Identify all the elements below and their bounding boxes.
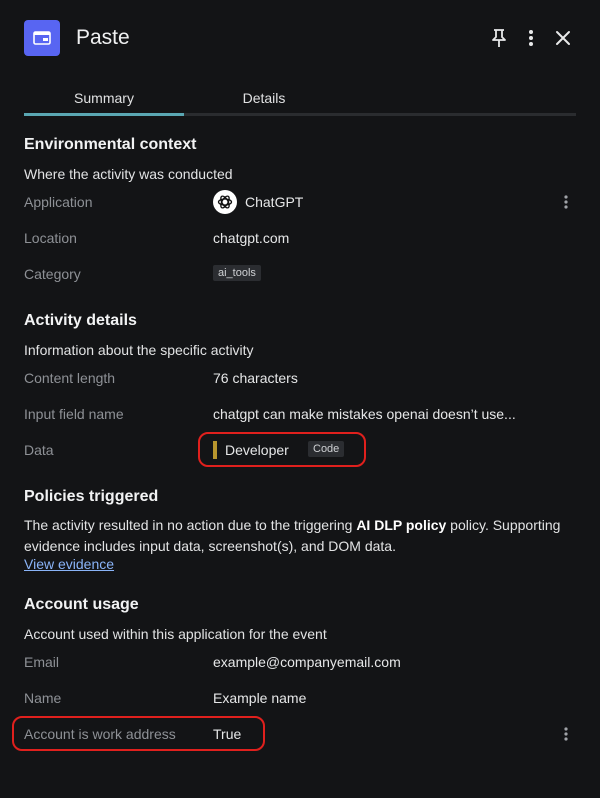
kebab-menu-icon [564,195,568,209]
section-title-activity: Activity details [24,312,137,329]
application-menu-button[interactable] [558,192,574,212]
category-label: Category [24,266,81,282]
kebab-menu-icon [529,30,533,46]
section-subtitle-environmental: Where the activity was conducted [24,166,233,182]
section-title-account: Account usage [24,596,139,613]
tab-details[interactable]: Details [224,90,304,106]
window-icon [24,20,60,56]
tab-summary[interactable]: Summary [24,90,184,106]
name-value: Example name [213,690,307,706]
category-tag: ai_tools [213,265,261,281]
policy-name: AI DLP policy [356,517,447,533]
policy-description: The activity resulted in no action due t… [24,515,584,557]
more-options-button[interactable] [519,26,543,50]
section-title-policies: Policies triggered [24,488,159,505]
location-label: Location [24,230,77,246]
policy-text-before: The activity resulted in no action due t… [24,517,357,533]
input-field-name-value: chatgpt can make mistakes openai doesn’t… [213,406,516,422]
input-field-name-label: Input field name [24,406,124,422]
tab-bar: Summary Details [24,82,576,116]
email-value: example@companyemail.com [213,654,401,670]
location-value: chatgpt.com [213,230,290,246]
pin-icon [492,29,506,47]
close-icon [556,31,570,45]
section-subtitle-account: Account used within this application for… [24,626,327,642]
application-value: ChatGPT [245,194,304,210]
highlight-box-work-address [12,716,265,751]
data-label: Data [24,442,54,458]
chatgpt-logo-icon [213,190,237,214]
application-label: Application [24,194,93,210]
page-title: Paste [76,26,130,49]
panel-header: Paste [0,0,600,76]
highlight-box-data [198,432,366,467]
view-evidence-link[interactable]: View evidence [24,556,114,572]
account-menu-button[interactable] [558,724,574,744]
section-title-environmental: Environmental context [24,136,197,153]
section-subtitle-activity: Information about the specific activity [24,342,254,358]
close-button[interactable] [551,26,575,50]
content-length-value: 76 characters [213,370,298,386]
email-label: Email [24,654,60,670]
active-tab-indicator [24,113,184,116]
name-label: Name [24,690,62,706]
kebab-menu-icon [564,727,568,741]
pin-button[interactable] [487,26,511,50]
content-length-label: Content length [24,370,116,386]
